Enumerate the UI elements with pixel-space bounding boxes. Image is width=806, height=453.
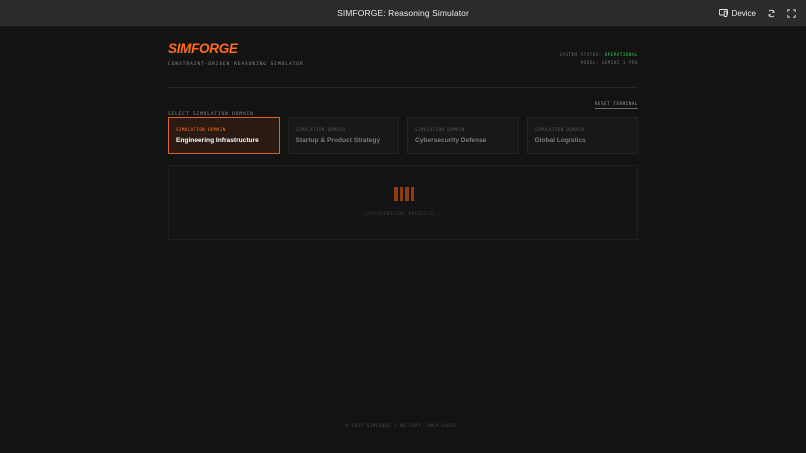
app-root: SIMFORGE CONSTRAINT-DRIVEN REASONING SIM…: [0, 26, 806, 453]
domain-select-row: SELECT SIMULATION DOMAIN RESET TERMINAL: [168, 102, 638, 117]
window-title: SIMFORGE: Reasoning Simulator: [337, 8, 469, 18]
card-kicker: SIMULATION DOMAIN: [415, 127, 465, 132]
window-topbar: SIMFORGE: Reasoning Simulator Device: [0, 0, 806, 26]
main-container: SIMFORGE CONSTRAINT-DRIVEN REASONING SIM…: [168, 40, 638, 240]
device-icon: [719, 8, 729, 18]
domain-card-logistics[interactable]: SIMULATION DOMAIN Global Logistics: [526, 117, 638, 154]
domain-card-engineering[interactable]: SIMULATION DOMAIN Engineering Infrastruc…: [168, 117, 280, 154]
status-label: SYSTEM STATUS:: [559, 52, 602, 57]
device-button[interactable]: Device: [719, 8, 756, 18]
fullscreen-icon[interactable]: [786, 8, 796, 18]
card-title: Startup & Product Strategy: [295, 137, 381, 144]
header-divider: [168, 87, 638, 88]
card-kicker: SIMULATION DOMAIN: [295, 127, 346, 132]
domain-card-startup[interactable]: SIMULATION DOMAIN Startup & Product Stra…: [287, 117, 399, 154]
card-title: Global Logistics: [534, 137, 586, 144]
sync-status-text: SYNCHRONIZING ROLESETS...: [364, 211, 444, 216]
simulation-panel: SYNCHRONIZING ROLESETS...: [168, 165, 638, 240]
topbar-controls: Device: [719, 0, 796, 26]
card-kicker: SIMULATION DOMAIN: [176, 127, 226, 132]
footer-text: © 2025 SIMFORGE | NO CHAT. ONLY LOGIC.: [345, 423, 461, 428]
status-value: OPERATIONAL: [604, 52, 638, 57]
loader-bar: [399, 187, 404, 201]
loading-indicator: [394, 187, 415, 201]
model-label: MODEL: GEMINI 3 PRO: [580, 60, 638, 65]
reset-terminal-button[interactable]: RESET TERMINAL: [594, 102, 638, 109]
card-title: Engineering Infrastructure: [176, 137, 259, 144]
device-label: Device: [731, 8, 756, 18]
rotate-icon[interactable]: [766, 8, 776, 18]
card-kicker: SIMULATION DOMAIN: [534, 127, 585, 132]
card-title: Cybersecurity Defense: [415, 137, 487, 144]
loader-bar: [410, 187, 415, 201]
system-status: SYSTEM STATUS: OPERATIONAL MODEL: GEMINI…: [559, 51, 638, 67]
domain-cards: SIMULATION DOMAIN Engineering Infrastruc…: [168, 117, 638, 154]
domain-card-cybersecurity[interactable]: SIMULATION DOMAIN Cybersecurity Defense: [407, 117, 519, 154]
loader-bar: [394, 187, 398, 201]
loader-bar: [405, 187, 409, 201]
